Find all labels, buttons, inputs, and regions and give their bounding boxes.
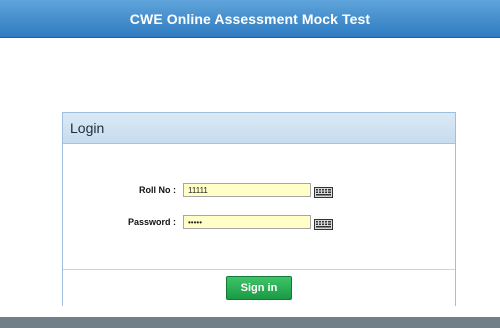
password-row: Password : ••••• xyxy=(63,215,333,230)
roll-no-input[interactable]: 11111 xyxy=(183,183,311,197)
login-panel-header: Login xyxy=(63,113,455,144)
keyboard-icon[interactable] xyxy=(314,217,333,230)
password-label: Password : xyxy=(127,217,176,227)
page: CWE Online Assessment Mock Test Login Ro… xyxy=(0,0,500,328)
app-title: CWE Online Assessment Mock Test xyxy=(129,10,371,27)
roll-no-label: Roll No : xyxy=(139,185,176,195)
login-panel-footer: Sign in xyxy=(63,269,455,306)
top-header: CWE Online Assessment Mock Test xyxy=(0,0,500,38)
login-panel: Login Roll No : 11111 Password : ••••• S… xyxy=(62,112,456,306)
bottom-bar xyxy=(0,317,500,328)
keyboard-icon[interactable] xyxy=(314,185,333,198)
sign-in-button[interactable]: Sign in xyxy=(226,276,292,300)
password-input[interactable]: ••••• xyxy=(183,215,311,229)
roll-no-row: Roll No : 11111 xyxy=(63,183,333,198)
login-panel-title: Login xyxy=(70,120,105,136)
